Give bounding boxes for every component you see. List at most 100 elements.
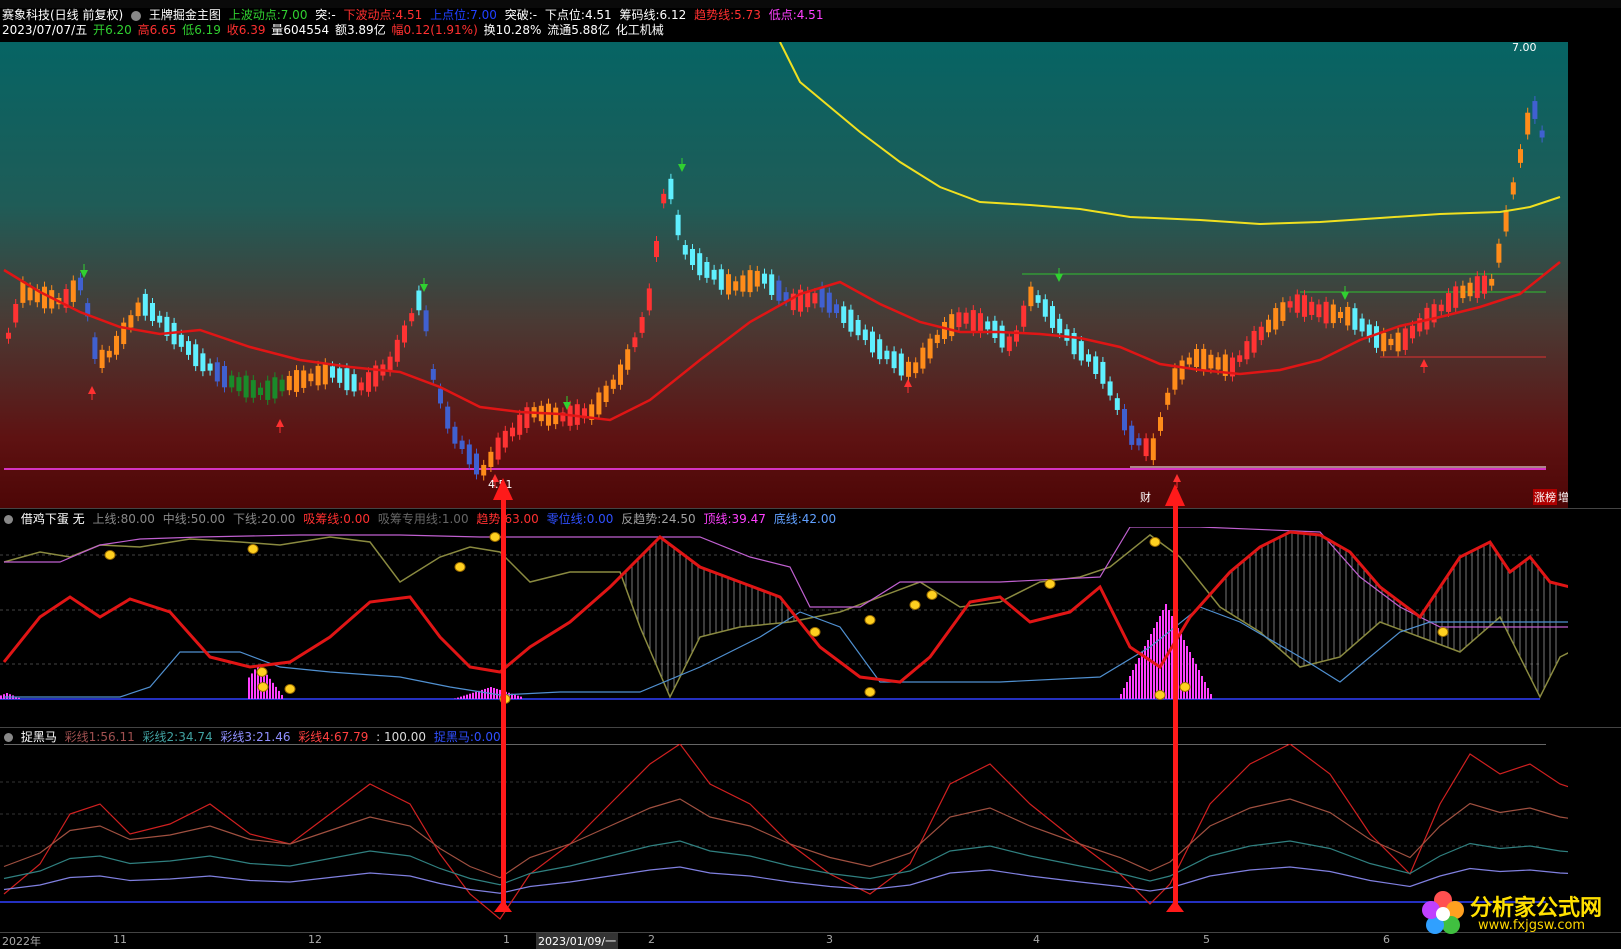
candle-body: [359, 382, 364, 390]
candle-body: [906, 362, 911, 377]
candle-body: [899, 354, 904, 376]
candle-body: [1108, 381, 1113, 395]
buy-arrow-icon: [1173, 474, 1181, 482]
absorb-bar: [269, 679, 271, 699]
candle-body: [1201, 349, 1206, 371]
candle-body: [1244, 341, 1249, 359]
tag-rank[interactable]: 涨榜: [1533, 489, 1557, 505]
panel2-chart[interactable]: [0, 527, 1568, 727]
absorb-bar: [457, 698, 459, 699]
candle-body: [344, 368, 349, 390]
candle-body: [827, 293, 832, 313]
candle-body: [856, 320, 861, 335]
xaxis-label-9: 6: [1383, 933, 1390, 946]
candle-body: [726, 274, 731, 294]
main-indicator-name[interactable]: 王牌掘金主图: [149, 8, 221, 22]
panel2-header: 借鸡下蛋 无 上线:80.00 中线:50.00 下线:20.00 吸筹线:0.…: [4, 512, 840, 526]
candle-body: [258, 388, 263, 395]
candle-body: [1504, 210, 1509, 231]
absorb-bar: [18, 698, 20, 699]
absorb-bar: [1192, 658, 1194, 699]
absorb-bar: [0, 695, 2, 699]
candle-body: [215, 362, 220, 381]
candle-body: [820, 287, 825, 308]
sell-arrow-icon: [80, 270, 88, 278]
candle-body: [157, 316, 162, 323]
candle-body: [236, 377, 241, 391]
panel3-settings-icon[interactable]: [4, 733, 13, 742]
panel3-chart[interactable]: [0, 744, 1568, 934]
candle-body: [488, 452, 493, 467]
panel3-name[interactable]: 捉黑马: [21, 730, 57, 744]
candle-body: [1360, 319, 1365, 332]
candle-body: [1482, 276, 1487, 294]
candle-body: [1532, 101, 1537, 119]
absorb-bar: [1207, 688, 1209, 699]
candle-body: [949, 314, 954, 336]
candle-body: [1028, 287, 1033, 307]
absorb-bar: [1201, 676, 1203, 699]
candle-body: [1374, 326, 1379, 348]
candle-body: [719, 269, 724, 290]
panel2-settings-icon[interactable]: [4, 515, 13, 524]
candle-body: [402, 325, 407, 342]
candle-body: [395, 340, 400, 362]
tag-cai[interactable]: 财: [1140, 489, 1151, 505]
candle-body: [100, 350, 105, 368]
candle-body: [71, 280, 76, 302]
candle-body: [244, 376, 249, 398]
candle-body: [690, 249, 695, 265]
candle-body: [107, 351, 112, 358]
panel2-name[interactable]: 借鸡下蛋: [21, 512, 69, 526]
egg-icon: [455, 563, 465, 572]
panel3-header: 捉黑马 彩线1:56.11 彩线2:34.74 彩线3:21.46 彩线4:67…: [4, 730, 505, 744]
candle-body: [409, 313, 414, 321]
candle-body: [200, 353, 205, 371]
absorb-bar: [1138, 658, 1140, 699]
xaxis-label-5: 2: [648, 933, 655, 946]
quote-row: 2023/07/07/五 开6.20 高6.65 低6.19 收6.39 量60…: [2, 23, 668, 37]
candle-body: [625, 349, 630, 370]
absorb-bar: [1120, 694, 1122, 699]
candle-body: [877, 339, 882, 359]
candle-body: [1396, 333, 1401, 352]
candle-body: [805, 292, 810, 307]
candle-body: [1352, 308, 1357, 330]
chip-line: [780, 42, 1560, 224]
egg-icon: [285, 685, 295, 694]
xaxis-label-0: 2022年: [2, 933, 41, 949]
candle-body: [92, 337, 97, 359]
panel2-svg[interactable]: [0, 527, 1568, 727]
stock-name[interactable]: 赛象科技(日线 前复权): [2, 8, 123, 22]
egg-icon: [1180, 683, 1190, 692]
absorb-bar: [466, 695, 468, 699]
panel-separator-2: [0, 727, 1621, 728]
x-axis: 2022年 11 12 1 2023/01/09/一 2 3 4 5 6: [0, 932, 1621, 946]
candle-body: [1324, 302, 1329, 324]
candle-body: [1388, 339, 1393, 345]
candle-body: [676, 215, 681, 235]
candle-body: [272, 377, 277, 398]
candle-body: [251, 380, 256, 398]
xaxis-cursor-date: 2023/01/09/一: [536, 933, 618, 949]
absorb-bar: [272, 683, 274, 699]
price-chart[interactable]: [0, 42, 1568, 508]
candle-body: [1468, 283, 1473, 296]
main-price-panel[interactable]: 7.00 4.51 财 涨榜 增: [0, 42, 1568, 508]
candle-body: [1439, 305, 1444, 311]
settings-circle-icon[interactable]: [131, 11, 141, 21]
panel3-svg[interactable]: [0, 744, 1568, 934]
candle-body: [431, 369, 436, 380]
candle-body: [1518, 149, 1523, 163]
candle-body: [150, 303, 155, 321]
absorb-bar: [460, 697, 462, 699]
egg-icon: [927, 591, 937, 600]
candle-body: [1115, 398, 1120, 410]
price-low-label: 4.51: [488, 478, 513, 491]
egg-icon: [1155, 691, 1165, 700]
p3-line-2: [4, 841, 1568, 885]
candle-body: [136, 303, 141, 317]
absorb-bar: [481, 690, 483, 699]
candle-body: [1511, 182, 1516, 194]
candle-body: [1007, 337, 1012, 352]
